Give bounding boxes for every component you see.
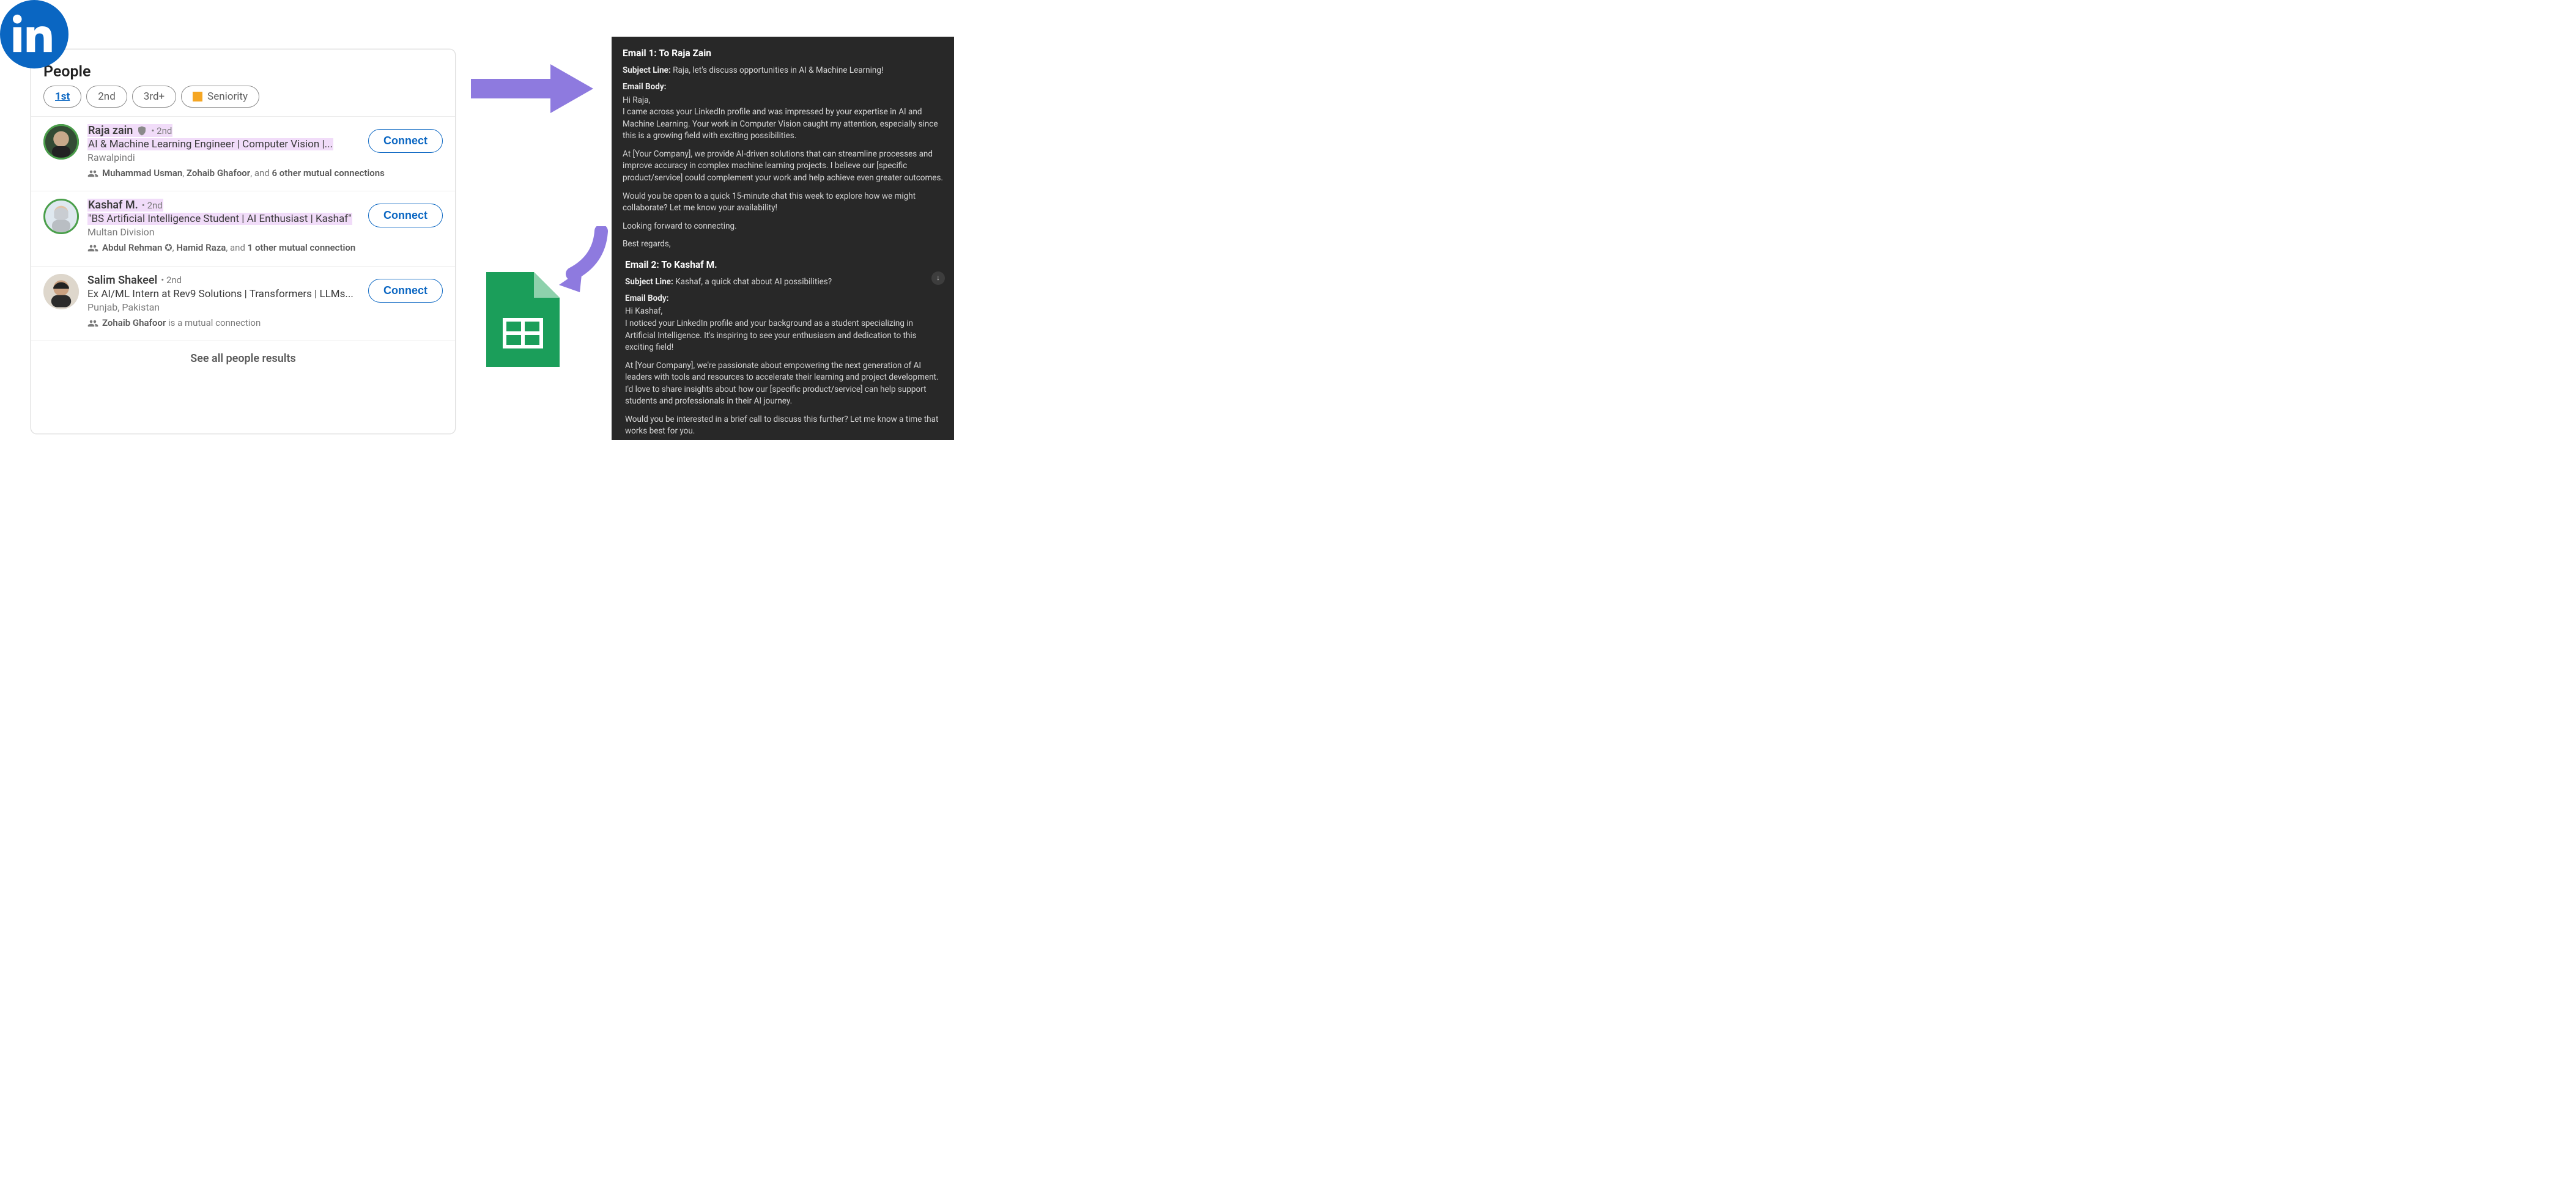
people-results-card: People 1st 2nd 3rd+ Seniority Raja zain … [31, 49, 456, 434]
verified-shield-icon [136, 124, 147, 137]
mutual-connections: Muhammad Usman, Zohaib Ghafoor, and 6 ot… [87, 167, 443, 182]
filter-third-plus[interactable]: 3rd+ [132, 86, 176, 108]
filter-seniority[interactable]: Seniority [181, 86, 259, 108]
premium-icon [193, 92, 202, 101]
subject-label: Subject Line: [623, 65, 671, 75]
connect-button[interactable]: Connect [368, 129, 443, 153]
person-location: Rawalpindi [87, 152, 443, 163]
people-icon [87, 167, 98, 182]
email-heading: Email 1: To Raja Zain [623, 46, 943, 60]
body-label: Email Body: [625, 293, 943, 305]
person-location: Multan Division [87, 226, 443, 238]
avatar[interactable] [43, 199, 79, 234]
person-row[interactable]: Raja zain • 2nd AI & Machine Learning En… [31, 116, 455, 191]
person-name[interactable]: Salim Shakeel [87, 274, 157, 287]
person-row[interactable]: Salim Shakeel • 2nd Ex AI/ML Intern at R… [31, 266, 455, 341]
person-headline: AI & Machine Learning Engineer | Compute… [87, 138, 333, 150]
subject-label: Subject Line: [625, 277, 673, 287]
arrow-curved-icon [555, 226, 610, 296]
email-paragraph: At [Your Company], we're passionate abou… [625, 360, 943, 408]
linkedin-logo-icon [0, 0, 68, 68]
people-icon [87, 241, 98, 257]
filter-chips-row: 1st 2nd 3rd+ Seniority [31, 86, 455, 116]
connect-button[interactable]: Connect [368, 279, 443, 303]
email-greeting: Hi Raja, [623, 95, 943, 107]
mutual-connections: Abdul Rehman ✪, Hamid Raza, and 1 other … [87, 241, 443, 257]
avatar[interactable] [43, 124, 79, 160]
email-signoff: Best regards, [623, 238, 943, 251]
person-row[interactable]: Kashaf M. • 2nd "BS Artificial Intellige… [31, 191, 455, 265]
connection-degree: • 2nd [142, 200, 163, 211]
avatar[interactable] [43, 274, 79, 309]
body-label: Email Body: [623, 81, 943, 94]
connect-button[interactable]: Connect [368, 204, 443, 227]
subject-text: Kashaf, a quick chat about AI possibilit… [675, 277, 832, 287]
filter-second-degree[interactable]: 2nd [86, 86, 127, 108]
person-name[interactable]: Raja zain [88, 124, 133, 137]
people-icon [87, 317, 98, 332]
email-paragraph: I noticed your LinkedIn profile and your… [625, 318, 943, 354]
filter-first-degree[interactable]: 1st [43, 86, 81, 108]
scroll-down-icon[interactable]: ↓ [931, 271, 945, 285]
connection-degree: • 2nd [161, 275, 182, 286]
email-paragraph: Looking forward to connecting. [623, 221, 943, 233]
email-paragraph: Would you be open to a quick 15-minute c… [623, 191, 943, 215]
section-title: People [31, 56, 455, 86]
emails-panel: Email 1: To Raja Zain Subject Line: Raja… [612, 37, 954, 440]
person-location: Punjab, Pakistan [87, 301, 443, 313]
email-paragraph: I came across your LinkedIn profile and … [623, 106, 943, 142]
arrow-right-icon [471, 58, 593, 122]
subject-text: Raja, let's discuss opportunities in AI … [673, 65, 883, 75]
see-all-people-link[interactable]: See all people results [31, 341, 455, 376]
star-badge-icon: ✪ [165, 242, 172, 253]
google-sheets-icon [486, 272, 560, 367]
email-greeting: Hi Kashaf, [625, 306, 943, 318]
connection-degree: • 2nd [151, 125, 172, 136]
email-heading: Email 2: To Kashaf M. [623, 258, 943, 271]
person-name[interactable]: Kashaf M. [88, 199, 138, 212]
email-paragraph: Would you be interested in a brief call … [625, 414, 943, 438]
mutual-connections: Zohaib Ghafoor is a mutual connection [87, 317, 443, 332]
person-headline: "BS Artificial Intelligence Student | AI… [87, 213, 352, 225]
filter-seniority-label: Seniority [207, 90, 248, 103]
email-paragraph: At [Your Company], we provide AI-driven … [623, 149, 943, 185]
